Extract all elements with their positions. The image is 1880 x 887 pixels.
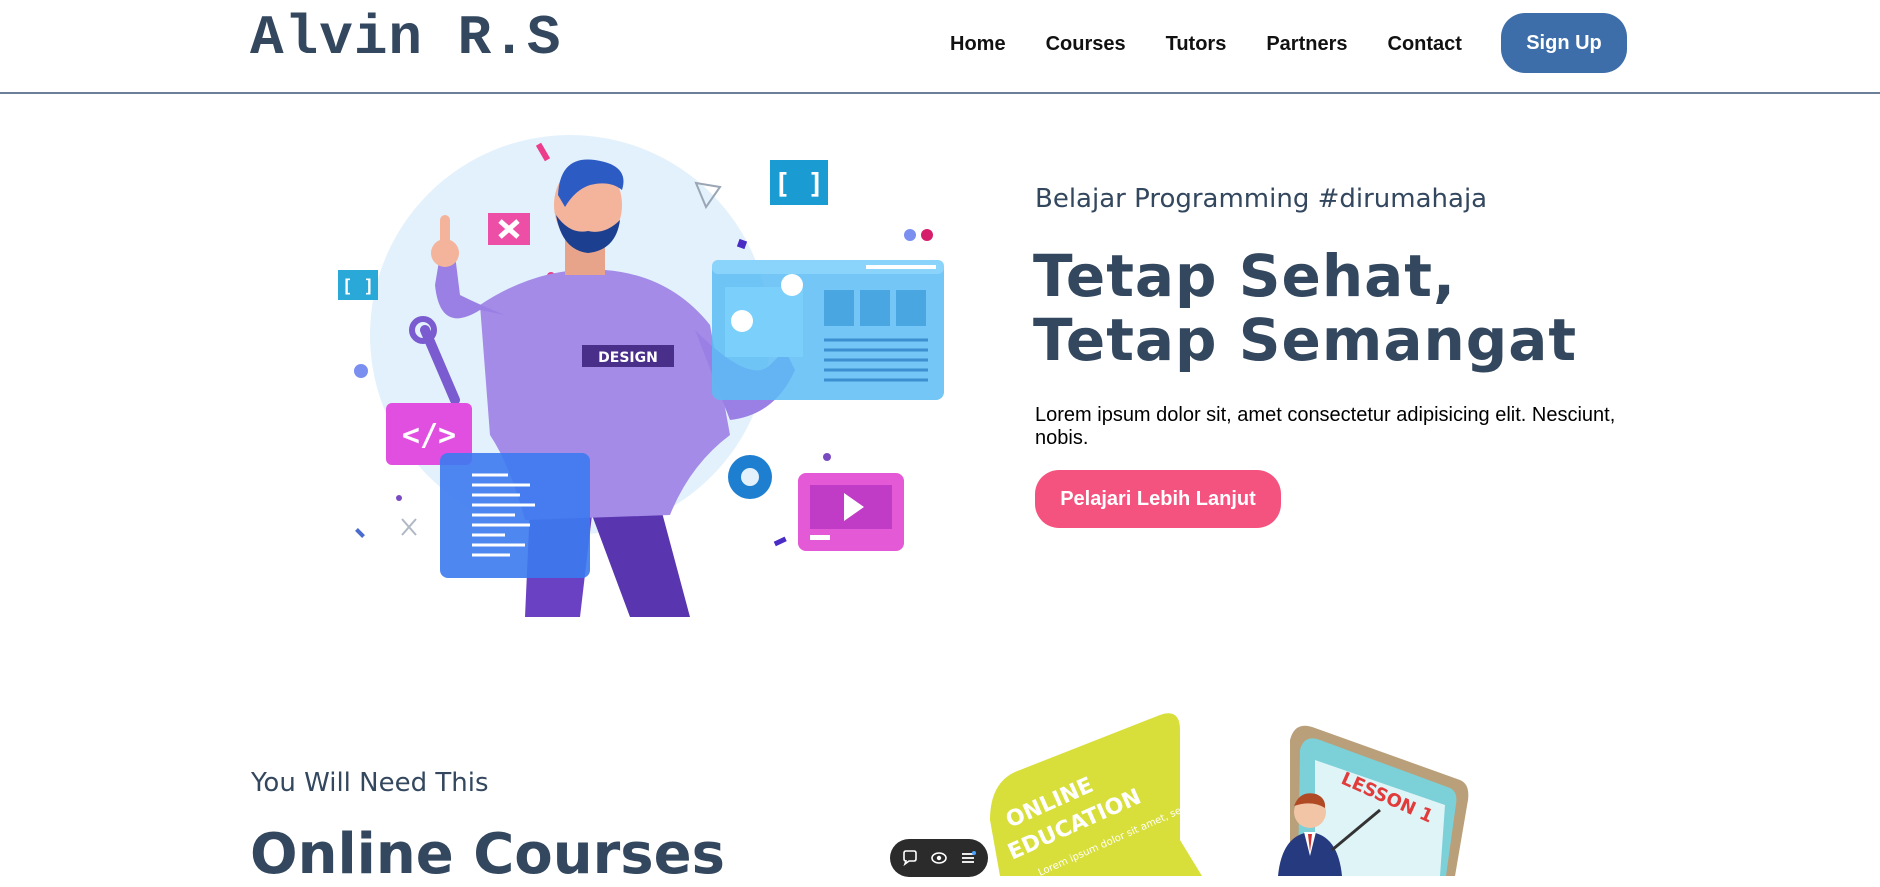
nav-home[interactable]: Home [950,33,1006,56]
hero-illustration: [ ] [ ] DESIGN </> [338,135,944,617]
section-subtitle: You Will Need This [251,768,489,798]
eye-icon[interactable] [928,847,950,869]
site-logo[interactable]: Alvin R.S [250,6,561,70]
nav-partners[interactable]: Partners [1266,33,1347,56]
hero-title: Tetap Sehat, Tetap Semangat [1033,242,1578,374]
nav-tutors[interactable]: Tutors [1166,33,1227,56]
svg-text:</>: </> [402,418,456,453]
nav-links: Home Courses Tutors Partners Contact [950,0,1502,88]
floating-toolbar [890,839,988,877]
menu-icon[interactable] [957,847,979,869]
nav-contact[interactable]: Contact [1388,33,1462,56]
hero-subtitle: Belajar Programming #dirumahaja [1035,184,1488,214]
svg-text:[ ]: [ ] [774,167,825,200]
hero-description: Lorem ipsum dolor sit, amet consectetur … [1035,404,1616,449]
comment-icon[interactable] [899,847,921,869]
learn-more-button[interactable]: Pelajari Lebih Lanjut [1035,470,1281,528]
svg-text:DESIGN: DESIGN [598,350,658,366]
signup-button[interactable]: Sign Up [1501,13,1627,73]
online-education-illustration: ONLINE EDUCATION Lorem ipsum dolor sit a… [990,702,1469,876]
nav-courses[interactable]: Courses [1046,33,1126,56]
svg-text:[ ]: [ ] [342,276,375,297]
section-title: Online Courses [250,822,725,887]
navbar: Alvin R.S Home Courses Tutors Partners C… [0,0,1880,94]
